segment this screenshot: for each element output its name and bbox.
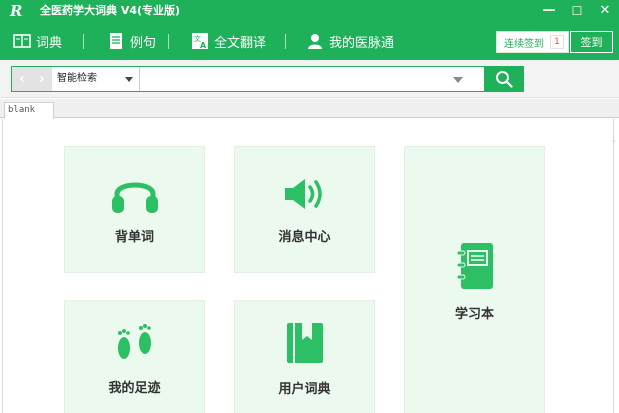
nav-full-translation[interactable]: 文 A 全文翻译: [191, 22, 266, 60]
tile-label: 消息中心: [278, 230, 331, 245]
nav-dictionary[interactable]: 词典: [13, 22, 62, 60]
search-bar: ‹ › 智能检索 abc: [0, 60, 619, 151]
nav-my-medlive[interactable]: 我的医脉通: [306, 22, 394, 60]
document-icon: [110, 33, 122, 49]
nav-label: 全文翻译: [214, 35, 267, 51]
tab-strip: blank: [0, 99, 619, 119]
forward-button[interactable]: ›: [32, 67, 52, 91]
streak-count-badge: 1: [550, 35, 564, 49]
nav-label: 例句: [130, 35, 157, 51]
checkin-button[interactable]: 签到: [570, 31, 613, 53]
headphones-icon: [111, 182, 158, 213]
history-dropdown-icon[interactable]: [453, 77, 463, 83]
close-button[interactable]: ✕: [594, 0, 616, 22]
checkin-streak: 连续签到 1: [496, 31, 569, 53]
nav-examples[interactable]: 例句: [107, 22, 156, 60]
search-box: ‹ › 智能检索: [11, 66, 524, 92]
nav-divider: [83, 34, 84, 49]
tile-label: 背单词: [114, 230, 154, 245]
streak-label: 连续签到: [504, 38, 544, 50]
footprints-icon: [117, 323, 151, 359]
search-mode-value: 智能检索: [57, 73, 97, 84]
nav-divider: [168, 34, 169, 49]
chevron-down-icon: [125, 77, 133, 82]
user-icon: [308, 34, 322, 49]
search-input[interactable]: [142, 68, 472, 90]
history-nav: ‹ ›: [12, 67, 52, 91]
app-logo: R: [10, 2, 23, 20]
maximize-button[interactable]: ☐: [566, 0, 588, 22]
minimize-button[interactable]: —: [538, 0, 560, 22]
svg-text:A: A: [200, 41, 207, 50]
tile-user-dictionary[interactable]: 用户词典: [234, 300, 375, 413]
search-mode-select[interactable]: 智能检索: [54, 67, 140, 91]
book-icon: [13, 34, 31, 48]
bookmark-book-icon: [286, 322, 323, 363]
tile-label: 用户词典: [278, 381, 331, 397]
main-nav: 词典 例句 文 A 全文翻译 我的医脉通 连续签到 1 签到: [0, 22, 619, 60]
notebook-icon: [456, 242, 493, 289]
back-button[interactable]: ‹: [12, 67, 32, 91]
nav-label: 词典: [36, 35, 63, 51]
app-title: 全医药学大词典 V4(专业版): [40, 4, 181, 17]
home-panel: 背单词 消息中心 学习本 我的足迹 用户词典: [2, 119, 614, 413]
tile-label: 我的足迹: [108, 380, 161, 396]
tab-blank[interactable]: blank: [4, 102, 54, 119]
nav-label: 我的医脉通: [329, 35, 395, 51]
tile-memorize-words[interactable]: 背单词: [64, 146, 205, 273]
search-button[interactable]: [484, 67, 524, 91]
nav-divider: [285, 34, 286, 49]
tile-label: 学习本: [454, 306, 494, 322]
tile-my-footprints[interactable]: 我的足迹: [64, 300, 205, 413]
translate-icon: 文 A: [192, 33, 208, 50]
search-icon: [496, 71, 513, 88]
tile-message-center[interactable]: 消息中心: [234, 146, 375, 273]
speaker-icon: [284, 179, 322, 209]
tile-study-notebook[interactable]: 学习本: [404, 146, 545, 413]
title-bar: R 全医药学大词典 V4(专业版) — ☐ ✕: [0, 0, 619, 22]
